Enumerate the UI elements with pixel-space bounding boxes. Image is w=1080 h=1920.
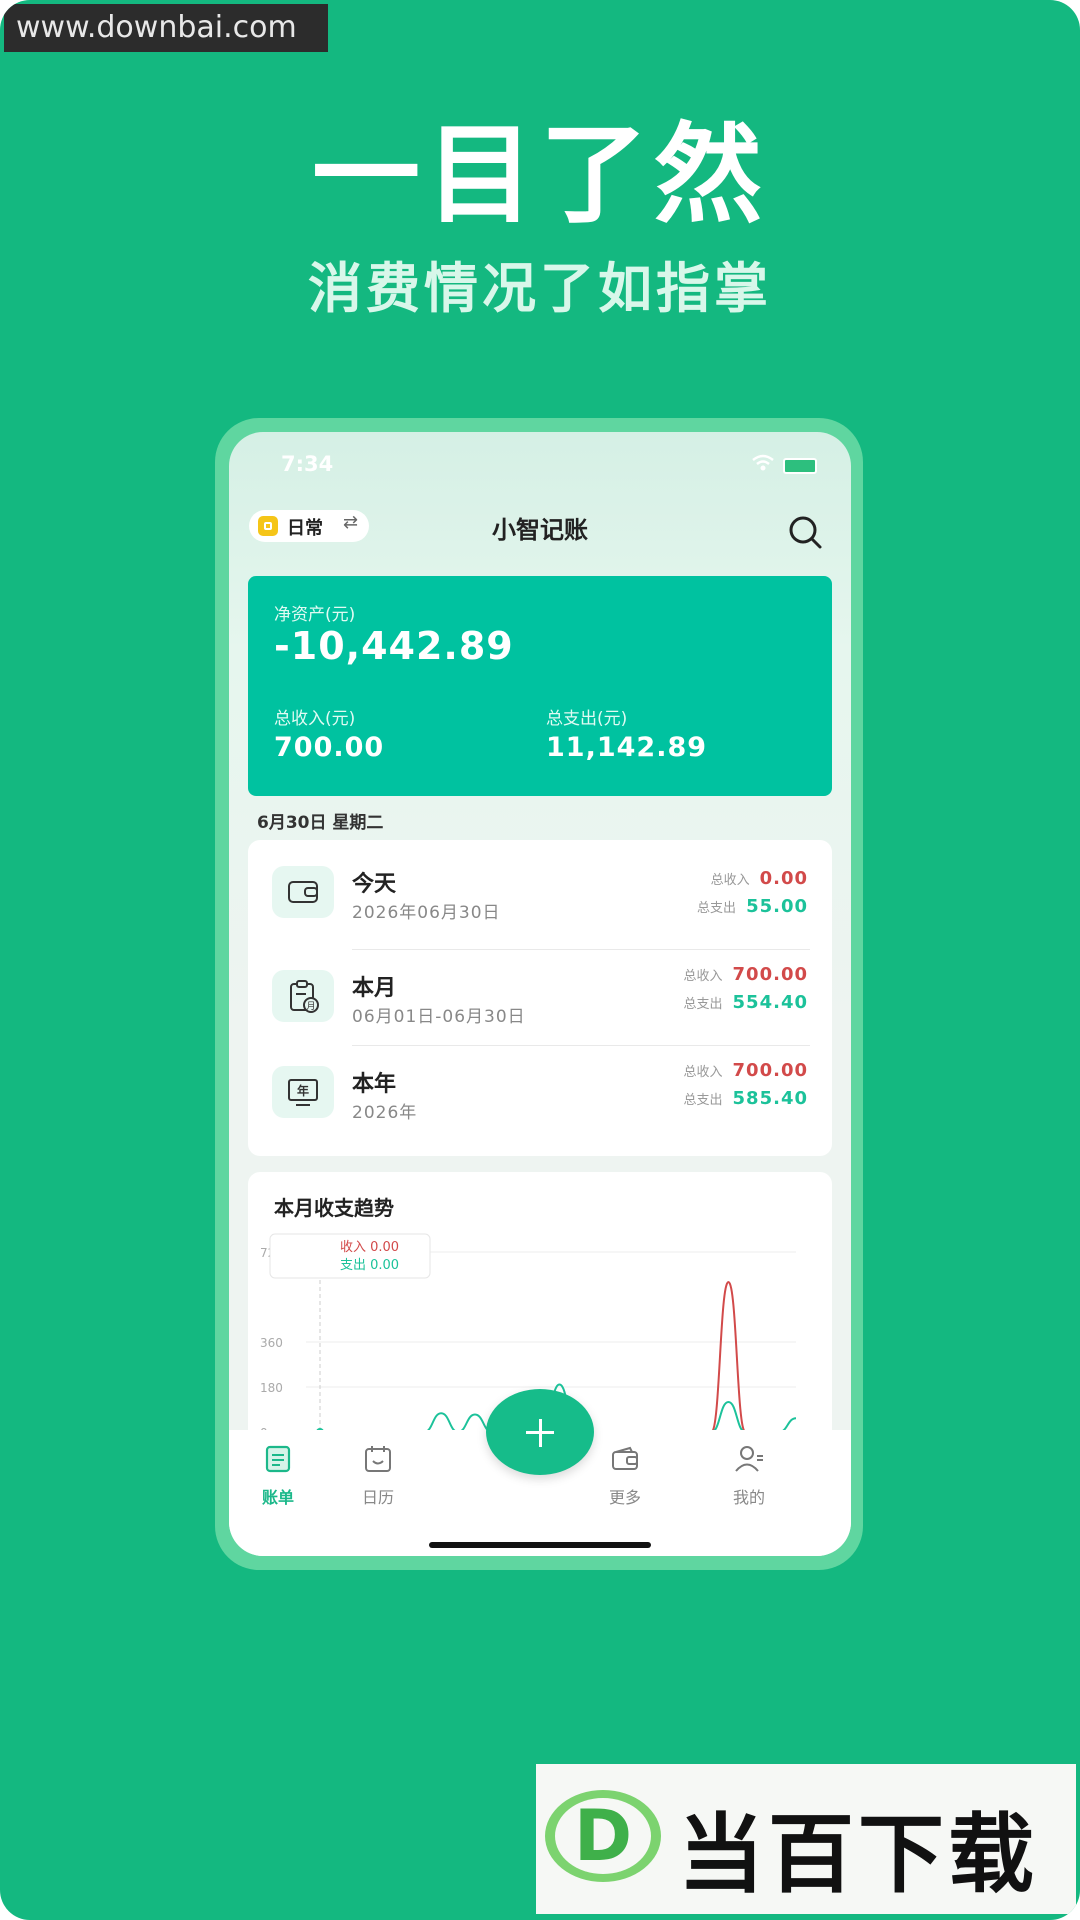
period-income: 总收入 0.00: [588, 868, 808, 890]
search-icon[interactable]: [785, 512, 825, 552]
month-clipboard-icon: 月: [272, 970, 334, 1022]
period-range: 2026年06月30日: [352, 903, 501, 923]
income-value: 0.00: [759, 868, 808, 889]
trend-title: 本月收支趋势: [274, 1196, 394, 1220]
wallet-icon: [272, 866, 334, 918]
tab-label: 我的: [732, 1488, 765, 1507]
y-tick-label: 360: [260, 1336, 283, 1350]
expense-label: 总支出: [683, 1093, 723, 1108]
status-time: 7:34: [281, 452, 334, 476]
expense-value: 585.40: [732, 1088, 808, 1109]
status-indicators: [751, 454, 821, 476]
period-range: 06月01日-06月30日: [352, 1007, 526, 1027]
period-summary-list: 今天 2026年06月30日 总收入 0.00 总支出 55.00 月 本月 06月…: [248, 840, 832, 1156]
year-monitor-icon: 年: [272, 1066, 334, 1118]
y-tick-label: 180: [260, 1381, 283, 1395]
month-icon-text: 月: [306, 1001, 315, 1012]
profile-icon: [735, 1446, 763, 1472]
tab-more[interactable]: 更多: [585, 1444, 665, 1508]
calendar-icon: [365, 1446, 391, 1472]
period-expense: 总支出 585.40: [588, 1088, 808, 1110]
brand-name: 当百下载: [678, 1805, 1038, 1905]
brand-banner: D 当百下载: [536, 1764, 1076, 1914]
screenshot-page: www.downbai.com 一目了然 消费情况了如指掌 7:34 日常 ⇄ …: [0, 0, 1080, 1920]
period-name: 今天: [352, 872, 397, 897]
battery-icon: [783, 458, 817, 474]
tab-calendar[interactable]: 日历: [338, 1444, 418, 1508]
current-date: 6月30日 星期二: [257, 813, 384, 833]
net-asset-card[interactable]: 净资产(元) -10,442.89 总收入(元) 700.00 总支出(元) 1…: [248, 576, 832, 796]
brand-logo-icon: D: [545, 1790, 661, 1882]
brand-logo-letter: D: [574, 1795, 632, 1877]
tooltip-income: 收入 0.00: [340, 1240, 399, 1255]
period-row-today[interactable]: 今天 2026年06月30日 总收入 0.00 总支出 55.00: [248, 840, 832, 936]
income-label: 总收入: [683, 969, 723, 984]
income-value: 700.00: [732, 964, 808, 985]
total-expense-label: 总支出(元): [546, 709, 628, 729]
period-range: 2026年: [352, 1103, 418, 1123]
period-expense: 总支出 554.40: [588, 992, 808, 1014]
watermark-url: www.downbai.com: [4, 4, 328, 52]
net-asset-label: 净资产(元): [274, 605, 356, 625]
period-income: 总收入 700.00: [588, 1060, 808, 1082]
add-record-button[interactable]: [486, 1389, 594, 1475]
expense-label: 总支出: [683, 997, 723, 1012]
year-icon-text: 年: [297, 1083, 309, 1098]
tab-profile[interactable]: 我的: [709, 1444, 789, 1508]
bill-icon: [265, 1445, 291, 1473]
total-income-label: 总收入(元): [274, 709, 356, 729]
hero-headline: 一目了然: [311, 113, 768, 238]
app-title: 小智记账: [492, 516, 588, 544]
tab-label: 账单: [261, 1488, 294, 1507]
hero-subline: 消费情况了如指掌: [308, 257, 772, 320]
expense-label: 总支出: [697, 901, 737, 916]
phone-screen: 7:34 日常 ⇄ 小智记账 净资产(元) -10,442.89 总收入(元) …: [229, 432, 851, 1556]
income-value: 700.00: [732, 1060, 808, 1081]
home-indicator: [429, 1542, 651, 1548]
period-income: 总收入 700.00: [588, 964, 808, 986]
wifi-icon: [752, 454, 774, 471]
tab-label: 更多: [608, 1488, 641, 1507]
period-name: 本年: [352, 1072, 397, 1097]
income-label: 总收入: [683, 1065, 723, 1080]
income-label: 总收入: [710, 873, 750, 888]
total-expense-value: 11,142.89: [546, 732, 708, 763]
net-asset-value: -10,442.89: [274, 624, 514, 668]
period-row-month[interactable]: 月 本月 06月01日-06月30日 总收入 700.00 总支出 554.40: [248, 944, 832, 1040]
expense-value: 55.00: [746, 896, 808, 917]
tab-label: 日历: [361, 1488, 394, 1507]
tooltip-expense: 支出 0.00: [340, 1258, 399, 1273]
total-income-value: 700.00: [274, 732, 385, 763]
period-row-year[interactable]: 年 本年 2026年 总收入 700.00 总支出 585.40: [248, 1040, 832, 1136]
wallet-more-icon: [612, 1446, 638, 1470]
period-expense: 总支出 55.00: [588, 896, 808, 918]
period-name: 本月: [352, 976, 397, 1001]
tab-bills[interactable]: 账单: [238, 1444, 318, 1508]
expense-value: 554.40: [732, 992, 808, 1013]
